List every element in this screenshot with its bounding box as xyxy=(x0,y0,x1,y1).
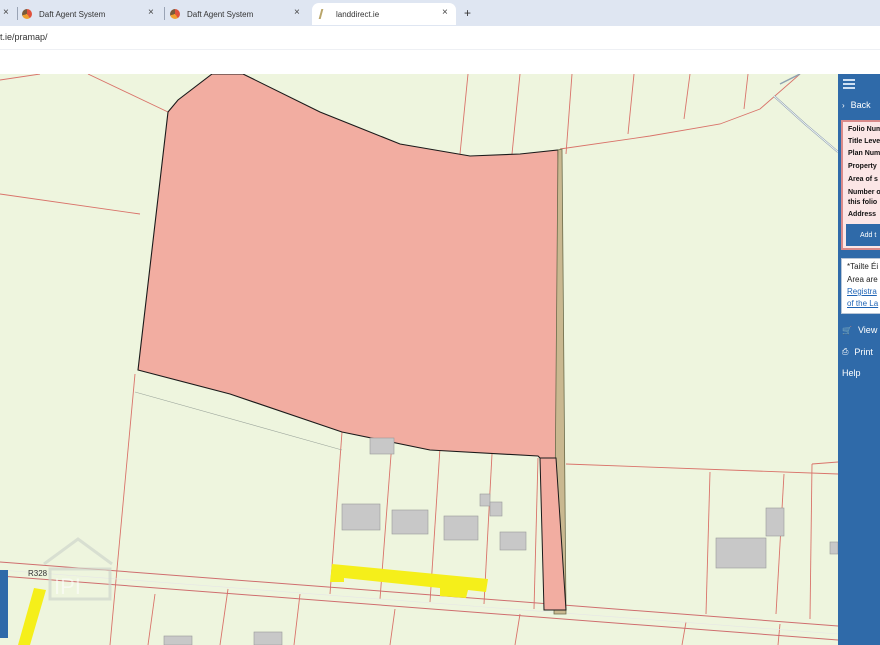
view-link[interactable]: 🛒 View xyxy=(842,325,877,335)
back-button[interactable]: › Back xyxy=(842,100,871,110)
map-left-control[interactable] xyxy=(0,570,8,638)
print-icon: ⎙ xyxy=(842,347,849,356)
info-row: Address xyxy=(848,211,877,218)
chevron-right-icon: › xyxy=(842,100,845,110)
tab-close-icon[interactable]: × xyxy=(148,7,154,18)
road-label: R328 xyxy=(28,569,48,578)
tab-label: Daft Agent System xyxy=(39,9,106,19)
watermark-text: IPI xyxy=(54,574,81,599)
daft-icon xyxy=(22,9,32,19)
url-text[interactable]: t.ie/pramap/ xyxy=(0,32,48,42)
page-header-strip xyxy=(0,50,880,74)
info-row: Area of s xyxy=(848,176,878,183)
landdirect-icon xyxy=(318,9,330,19)
view-label: View xyxy=(857,325,878,335)
print-link[interactable]: ⎙ Print xyxy=(842,347,873,357)
menu-icon[interactable] xyxy=(843,79,855,91)
browser-tab-daft-1[interactable]: Daft Agent System × xyxy=(22,3,162,25)
selected-parcel xyxy=(137,74,559,459)
info-row: Property xyxy=(848,163,877,170)
side-panel: › Back Folio Num Title Leve Plan Num Pro… xyxy=(838,74,880,645)
land-map[interactable]: IPI R328 xyxy=(0,74,838,645)
note-box: *Tailte Éi Area are r Registra of the La xyxy=(841,258,880,314)
note-link[interactable]: Registra xyxy=(847,287,877,296)
highlight-shapes xyxy=(18,564,488,645)
cart-icon: 🛒 xyxy=(842,325,852,335)
tab-close-icon[interactable]: × xyxy=(442,7,448,18)
tab-separator xyxy=(164,7,165,20)
tab-label: Daft Agent System xyxy=(187,9,254,19)
info-row: Title Leve xyxy=(848,138,880,145)
print-label: Print xyxy=(854,347,873,357)
help-label: Help xyxy=(842,368,861,378)
tab-close-icon[interactable]: × xyxy=(294,7,300,18)
help-link[interactable]: Help xyxy=(842,368,861,378)
note-line: *Tailte Éi xyxy=(847,262,879,271)
info-row: Number o xyxy=(848,189,880,196)
browser-tab-daft-2[interactable]: Daft Agent System × xyxy=(170,3,310,25)
add-button-label: Add t xyxy=(860,231,877,239)
add-button[interactable]: Add t xyxy=(846,224,880,246)
browser-tab-landdirect[interactable]: landdirect.ie × xyxy=(312,3,456,25)
browser-tab[interactable]: × xyxy=(0,3,14,25)
back-label: Back xyxy=(850,100,871,110)
info-row: this folio xyxy=(848,199,878,206)
browser-tab-strip: × Daft Agent System × Daft Agent System … xyxy=(0,0,880,26)
info-row: Folio Num xyxy=(848,126,880,133)
info-row: Plan Num xyxy=(848,150,880,157)
new-tab-button[interactable]: + xyxy=(464,6,471,20)
map-canvas[interactable]: IPI R328 xyxy=(0,74,838,645)
tab-label: landdirect.ie xyxy=(336,9,380,19)
address-bar[interactable]: t.ie/pramap/ xyxy=(0,26,880,50)
tab-close-icon[interactable]: × xyxy=(3,7,9,18)
note-line: Area are r xyxy=(847,275,880,284)
note-link[interactable]: of the La xyxy=(847,299,878,308)
daft-icon xyxy=(170,9,180,19)
tab-separator xyxy=(17,7,18,20)
